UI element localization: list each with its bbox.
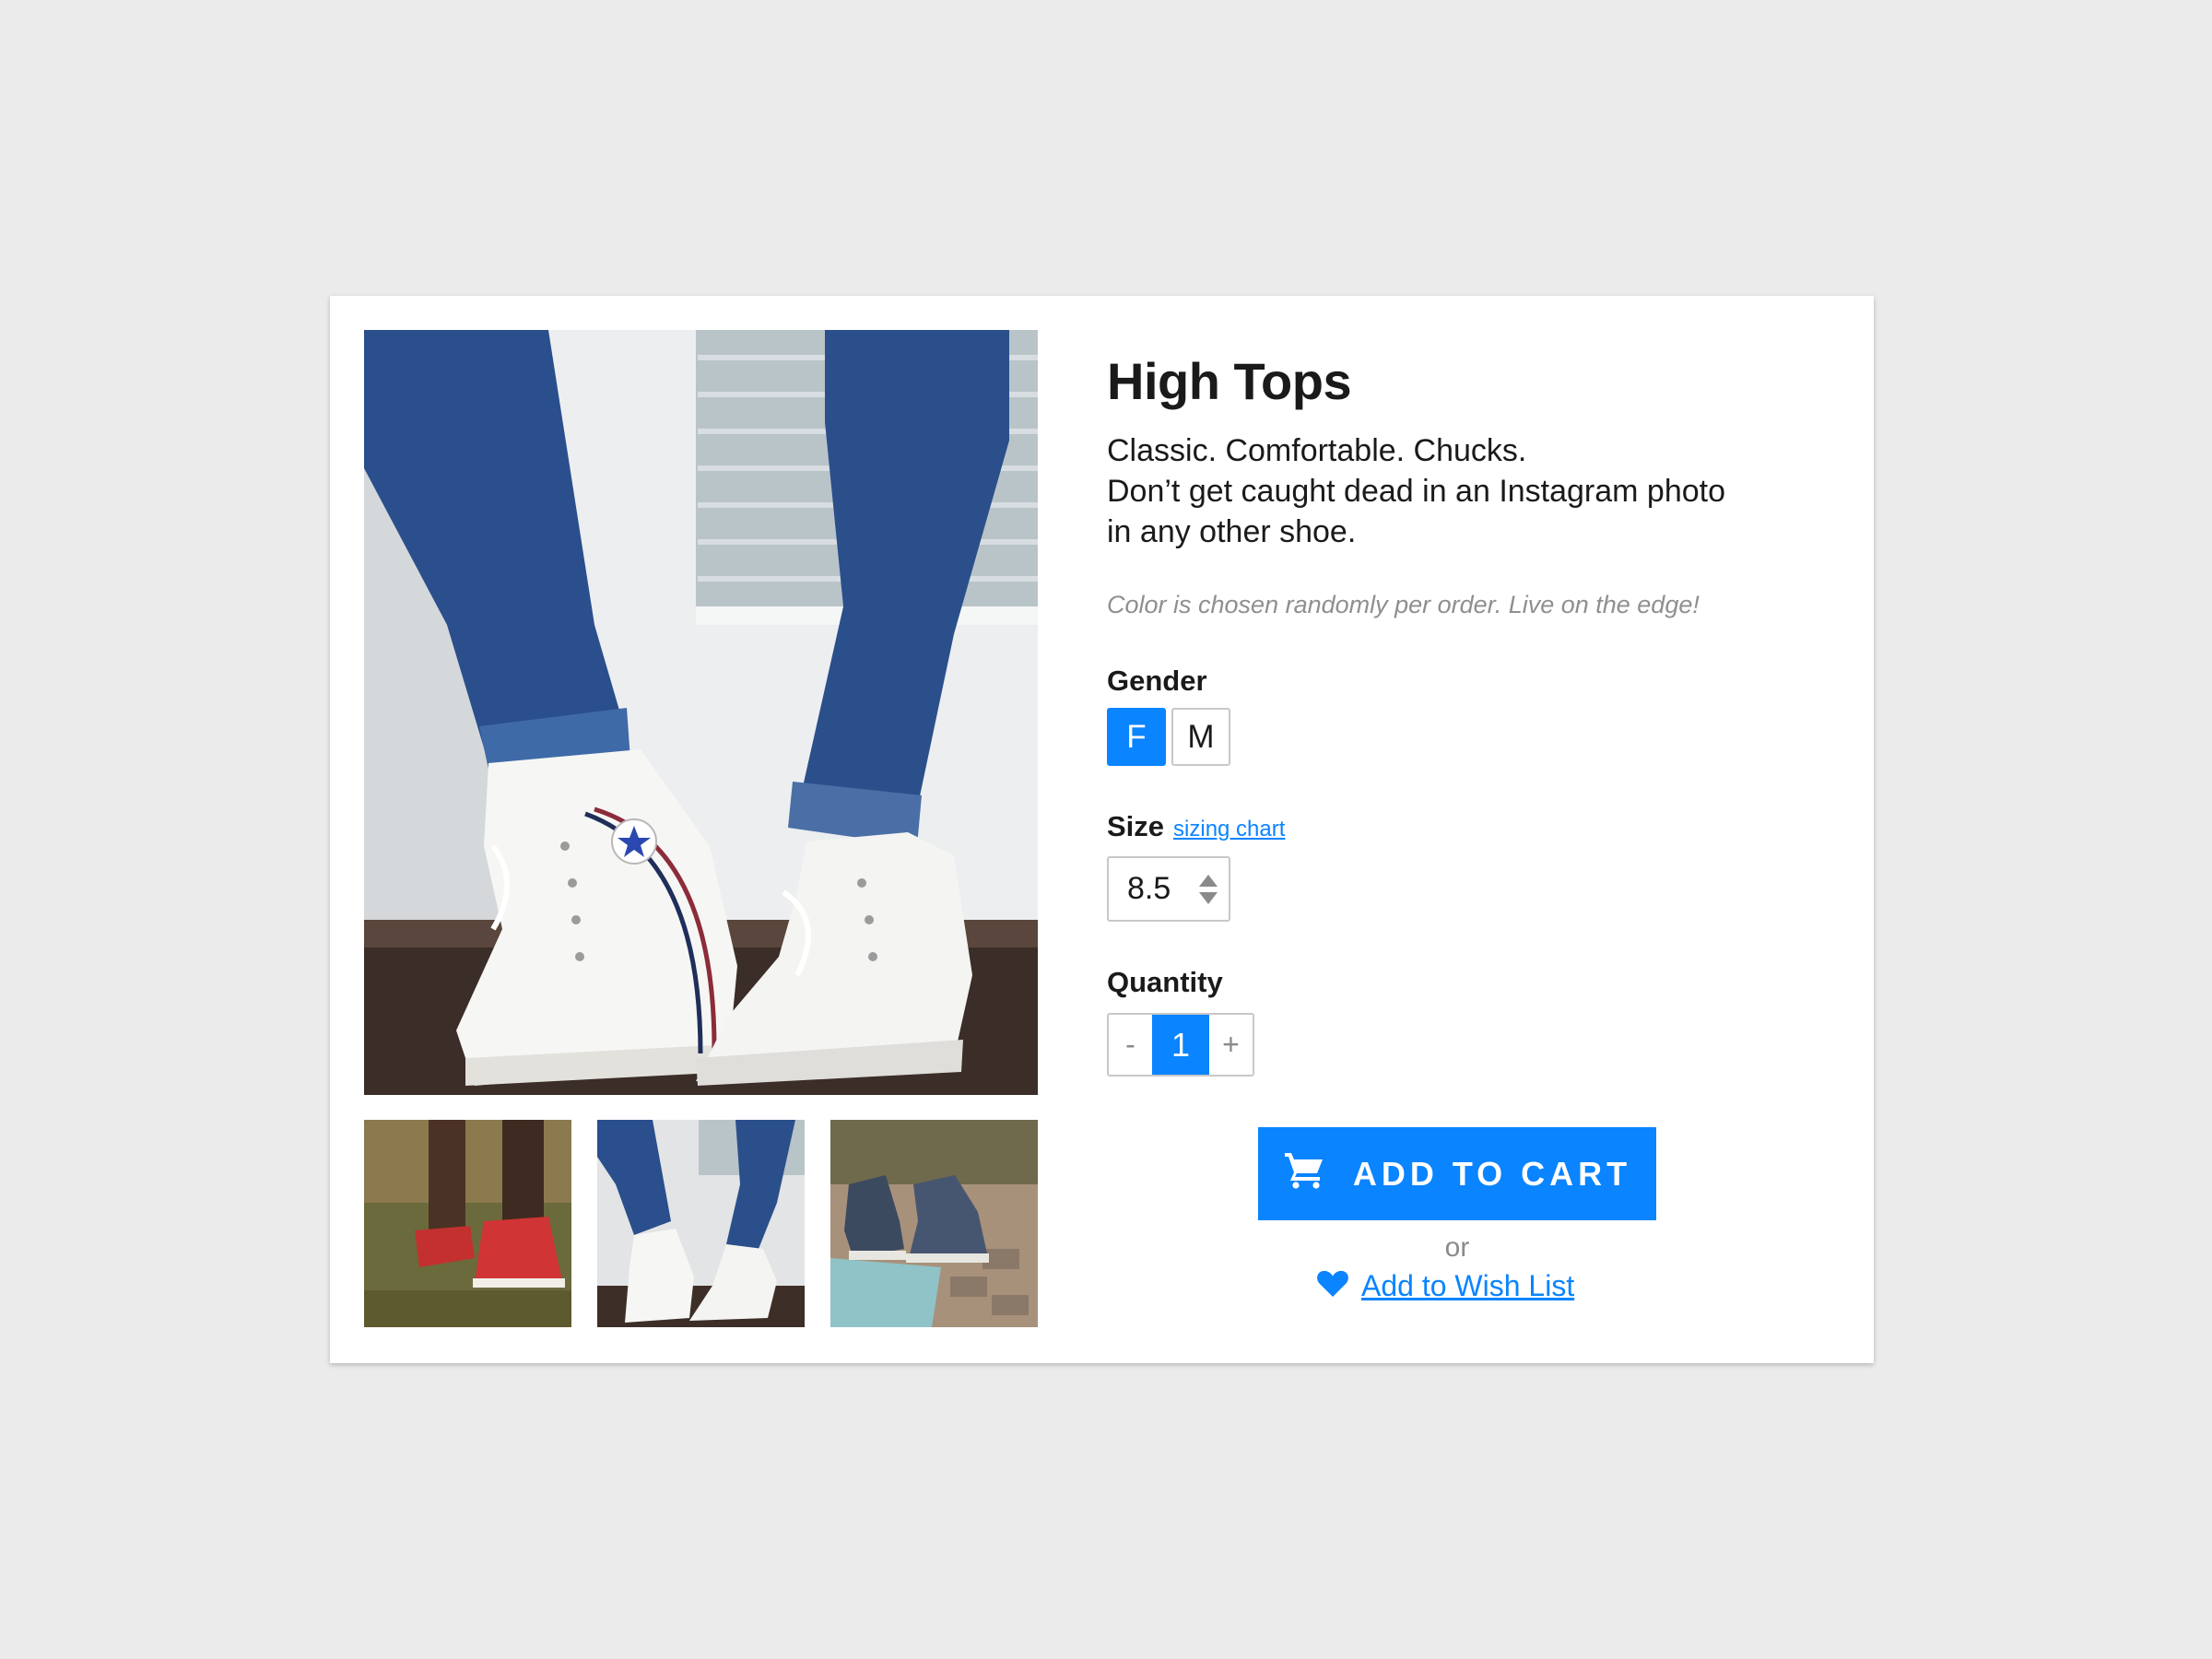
sizing-chart-link[interactable]: sizing chart	[1173, 817, 1285, 842]
size-select[interactable]: 8.5	[1107, 856, 1230, 922]
product-card: High Tops Classic. Comfortable. Chucks. …	[330, 296, 1874, 1363]
heart-icon	[1317, 1270, 1348, 1302]
product-title: High Tops	[1107, 352, 1352, 410]
add-to-cart-button[interactable]: ADD TO CART	[1258, 1127, 1656, 1220]
up-down-arrows-icon	[1197, 873, 1219, 914]
add-to-wish-list-link[interactable]: Add to Wish List	[1317, 1269, 1574, 1303]
size-header: Size sizing chart	[1107, 810, 1285, 843]
quantity-value[interactable]: 1	[1152, 1015, 1209, 1075]
cart-icon	[1283, 1150, 1325, 1197]
size-value: 8.5	[1127, 871, 1171, 906]
add-to-cart-label: ADD TO CART	[1352, 1154, 1632, 1193]
gender-selector: F M	[1107, 708, 1230, 766]
thumbnail-red-shoes[interactable]	[364, 1120, 571, 1327]
thumbnail-white-shoes[interactable]	[597, 1120, 805, 1327]
gender-label: Gender	[1107, 665, 1207, 697]
gender-option-f[interactable]: F	[1107, 708, 1166, 766]
wish-list-label: Add to Wish List	[1361, 1269, 1575, 1302]
description-line: Don’t get caught dead in an Instagram ph…	[1107, 474, 1726, 509]
color-note: Color is chosen randomly per order. Live…	[1107, 591, 1700, 618]
gender-option-m[interactable]: M	[1171, 708, 1230, 766]
product-description: Classic. Comfortable. Chucks. Don’t get …	[1107, 430, 1807, 552]
quantity-label: Quantity	[1107, 966, 1223, 998]
quantity-stepper: - 1 +	[1107, 1013, 1254, 1077]
main-product-image	[364, 330, 1038, 1095]
thumbnail-navy-shoes[interactable]	[830, 1120, 1038, 1327]
or-separator: or	[1444, 1232, 1470, 1263]
quantity-increment-button[interactable]: +	[1209, 1015, 1253, 1075]
description-line: Classic. Comfortable. Chucks.	[1107, 433, 1527, 468]
quantity-decrement-button[interactable]: -	[1109, 1015, 1152, 1075]
size-label: Size	[1107, 810, 1165, 842]
description-line: in any other shoe.	[1107, 514, 1357, 549]
